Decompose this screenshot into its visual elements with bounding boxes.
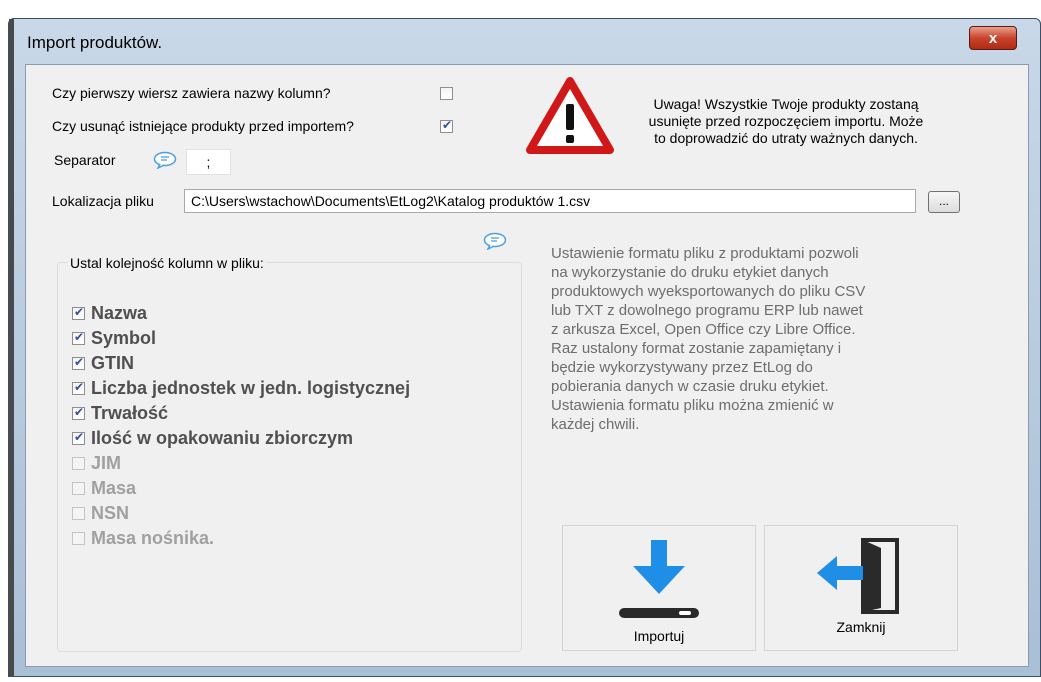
window-title: Import produktów. bbox=[27, 33, 163, 52]
info-description: Ustawienie formatu pliku z produktami po… bbox=[551, 244, 961, 434]
column-label: Masa bbox=[91, 477, 137, 498]
warning-triangle-icon bbox=[526, 77, 614, 154]
column-label: NSN bbox=[91, 502, 130, 523]
column-item-nsn: NSN bbox=[72, 503, 129, 523]
column-label: Trwałość bbox=[91, 402, 169, 423]
info-line: pobierania danych w czasie druku etykiet… bbox=[551, 378, 829, 395]
delete-existing-checkbox[interactable] bbox=[440, 118, 453, 133]
column-item-ilosc-w-opakowaniu[interactable]: Ilość w opakowaniu zbiorczym bbox=[72, 428, 353, 448]
column-label: Symbol bbox=[91, 327, 157, 348]
column-item-trwalosc[interactable]: Trwałość bbox=[72, 403, 168, 423]
column-checkbox[interactable] bbox=[72, 405, 85, 420]
browse-button[interactable]: ... bbox=[928, 191, 960, 213]
download-arrow-icon bbox=[619, 540, 699, 618]
separator-input[interactable]: ; bbox=[186, 149, 231, 175]
column-item-gtin[interactable]: GTIN bbox=[72, 353, 134, 373]
file-path-input[interactable]: C:\Users\wstachow\Documents\EtLog2\Katal… bbox=[184, 189, 916, 213]
close-window-button[interactable]: x bbox=[969, 26, 1017, 50]
dialog-client-area: Czy pierwszy wiersz zawiera nazwy kolumn… bbox=[25, 64, 1029, 667]
column-order-help-icon[interactable] bbox=[483, 232, 507, 250]
info-line: będzie wykorzystywany przez EtLog do bbox=[551, 359, 813, 376]
delete-existing-label: Czy usunąć istniejące produkty przed imp… bbox=[52, 118, 354, 134]
info-line: produktowych wyeksportowanych do pliku C… bbox=[551, 283, 866, 300]
header-row-checkbox[interactable] bbox=[440, 87, 453, 100]
column-label: Liczba jednostek w jedn. logistycznej bbox=[91, 377, 411, 398]
column-checkbox[interactable] bbox=[72, 380, 85, 395]
import-button-label: Importuj bbox=[633, 628, 685, 644]
header-row-label: Czy pierwszy wiersz zawiera nazwy kolumn… bbox=[52, 85, 331, 101]
info-line: Ustawienie formatu pliku z produktami po… bbox=[551, 245, 859, 262]
warning-line: usunięte przed rozpoczęciem importu. Moż… bbox=[648, 113, 924, 129]
column-item-symbol[interactable]: Symbol bbox=[72, 328, 156, 348]
info-line: lub TXT z dowolnego programu ERP lub naw… bbox=[551, 302, 863, 319]
info-line: każdej chwili. bbox=[551, 416, 640, 433]
info-line: na wykorzystanie do druku etykiet danych bbox=[551, 264, 829, 281]
column-checkbox bbox=[72, 456, 85, 470]
column-checkbox bbox=[72, 506, 85, 520]
file-location-label: Lokalizacja pliku bbox=[52, 193, 154, 209]
info-line: z arkusza Excel, Open Office czy Libre O… bbox=[551, 321, 856, 338]
info-line: Raz ustalony format zostanie zapamiętany… bbox=[551, 340, 842, 357]
column-label: JIM bbox=[91, 452, 122, 473]
column-checkbox bbox=[72, 531, 85, 545]
separator-label: Separator bbox=[54, 152, 116, 168]
column-label: Nazwa bbox=[91, 302, 148, 323]
import-button[interactable]: Importuj bbox=[562, 525, 756, 651]
column-item-liczba-jednostek[interactable]: Liczba jednostek w jedn. logistycznej bbox=[72, 378, 410, 398]
close-button-label: Zamknij bbox=[836, 619, 886, 635]
column-order-title: Ustal kolejność kolumn w pliku: bbox=[68, 255, 266, 271]
column-item-masa-nosnika: Masa nośnika. bbox=[72, 528, 214, 548]
column-label: GTIN bbox=[91, 352, 134, 373]
column-item-nazwa[interactable]: Nazwa bbox=[72, 303, 147, 323]
window-edge bbox=[9, 19, 14, 676]
separator-help-icon[interactable] bbox=[153, 151, 177, 169]
column-checkbox[interactable] bbox=[72, 355, 85, 370]
column-item-masa: Masa bbox=[72, 478, 136, 498]
column-checkbox[interactable] bbox=[72, 305, 85, 320]
info-line: Ustawienia formatu pliku można zmienić w bbox=[551, 397, 834, 414]
column-checkbox[interactable] bbox=[72, 330, 85, 345]
warning-line: to doprowadzić do utraty ważnych danych. bbox=[654, 130, 918, 146]
close-button[interactable]: Zamknij bbox=[764, 525, 958, 651]
column-label: Masa nośnika. bbox=[91, 527, 215, 548]
dialog-window: Import produktów. x Czy pierwszy wiersz … bbox=[8, 18, 1041, 677]
column-item-jim: JIM bbox=[72, 453, 121, 473]
column-label: Ilość w opakowaniu zbiorczym bbox=[91, 427, 354, 448]
warning-message: Uwaga! Wszystkie Twoje produkty zostaną … bbox=[621, 96, 951, 147]
column-checkbox[interactable] bbox=[72, 430, 85, 445]
column-checkbox bbox=[72, 481, 85, 495]
exit-door-icon bbox=[817, 538, 899, 614]
warning-line: Uwaga! Wszystkie Twoje produkty zostaną bbox=[653, 96, 919, 112]
